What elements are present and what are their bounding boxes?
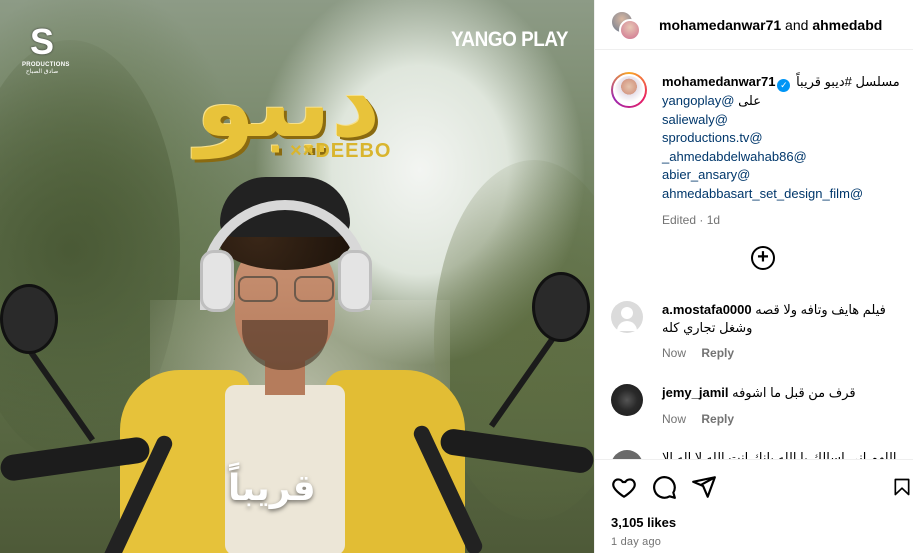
- post-image[interactable]: S PRODUCTIONS صادق الصباح YANGO PLAY ديب…: [0, 0, 594, 553]
- studio-logo: S PRODUCTIONS صادق الصباح: [22, 21, 69, 82]
- comment-text: اللهم اني اسالك يا الله بانك انت الله لا…: [662, 450, 897, 459]
- caption-mention[interactable]: yangoplay@: [662, 93, 734, 108]
- post-header-users: mohamedanwar71 and ahmedabd: [659, 17, 882, 33]
- caption-mention[interactable]: abier_ansary@: [662, 166, 902, 185]
- mirror: [0, 284, 58, 354]
- studio-logo-letter: S: [29, 21, 54, 62]
- poster-soon-text: قريباً: [228, 468, 316, 509]
- studio-logo-sub-ar: صادق الصباح: [25, 68, 59, 75]
- comment-item-partial: اللهم اني اسالك يا الله بانك انت الله لا…: [611, 450, 906, 459]
- avatar[interactable]: [611, 301, 643, 333]
- comment-username[interactable]: jemy_jamil: [662, 385, 729, 400]
- caption-avatar[interactable]: [611, 72, 647, 108]
- comment-time: Now: [662, 346, 687, 360]
- mirror: [532, 272, 590, 342]
- paper-plane-icon[interactable]: [691, 474, 717, 500]
- handle: [0, 435, 152, 483]
- caption-text-word: على: [738, 93, 761, 108]
- comment-actions: Now Reply: [662, 346, 746, 360]
- header-user-link[interactable]: ahmedabd: [812, 17, 882, 33]
- heart-icon[interactable]: [611, 474, 637, 500]
- header-joiner: and: [781, 17, 813, 33]
- comment-body: jemy_jamil قرف من قبل ما اشوفه: [662, 384, 906, 402]
- avatar[interactable]: [619, 19, 641, 41]
- caption-meta: Edited · 1d: [662, 213, 721, 227]
- comment-actions: Now Reply: [662, 412, 746, 426]
- avatar[interactable]: [611, 384, 643, 416]
- comment-username[interactable]: a.mostafa0000: [662, 302, 752, 317]
- post-date: 1 day ago: [611, 536, 662, 548]
- caption-mention[interactable]: ahmedabbasart_set_design_film@: [662, 185, 902, 204]
- poster-title-english: ××DEEBO: [290, 140, 392, 162]
- avatar[interactable]: [611, 450, 643, 459]
- comment-icon[interactable]: [651, 474, 677, 500]
- bookmark-icon[interactable]: [892, 474, 912, 500]
- mirror-stem: [26, 348, 96, 442]
- caption-mention[interactable]: _ahmedabdelwahab86@: [662, 148, 902, 167]
- likes-count[interactable]: 3,105 likes: [611, 515, 676, 530]
- caption-mention[interactable]: sproductions.tv@: [662, 129, 902, 148]
- handle: [438, 427, 594, 475]
- caption: mohamedanwar71 ✓ مسلسل #ديبو قريباً yango…: [662, 73, 902, 230]
- comment-body: a.mostafa0000 فيلم هايف وتافه ولا قصه وش…: [662, 301, 906, 337]
- post-header: mohamedanwar71 and ahmedabd: [595, 0, 913, 50]
- comment-text: قرف من قبل ما اشوفه: [732, 385, 856, 400]
- mirror-stem: [488, 334, 558, 428]
- reply-button[interactable]: Reply: [701, 412, 734, 426]
- brand-logo: YANGO PLAY: [451, 28, 568, 51]
- caption-text: مسلسل #ديبو قريباً: [796, 74, 900, 89]
- verified-badge-icon: ✓: [777, 79, 791, 92]
- plus-circle-icon[interactable]: +: [751, 246, 775, 270]
- post-side-panel: mohamedanwar71 and ahmedabd mohamedanwar…: [594, 0, 913, 553]
- caption-username[interactable]: mohamedanwar71: [662, 74, 775, 89]
- motorbike-handlebars: [0, 270, 594, 553]
- post-actions: [595, 459, 913, 509]
- comment-time: Now: [662, 412, 687, 426]
- reply-button[interactable]: Reply: [701, 346, 734, 360]
- caption-mention[interactable]: saliewaly@: [662, 111, 902, 130]
- header-user-link[interactable]: mohamedanwar71: [659, 17, 781, 33]
- collab-avatars[interactable]: [611, 11, 641, 41]
